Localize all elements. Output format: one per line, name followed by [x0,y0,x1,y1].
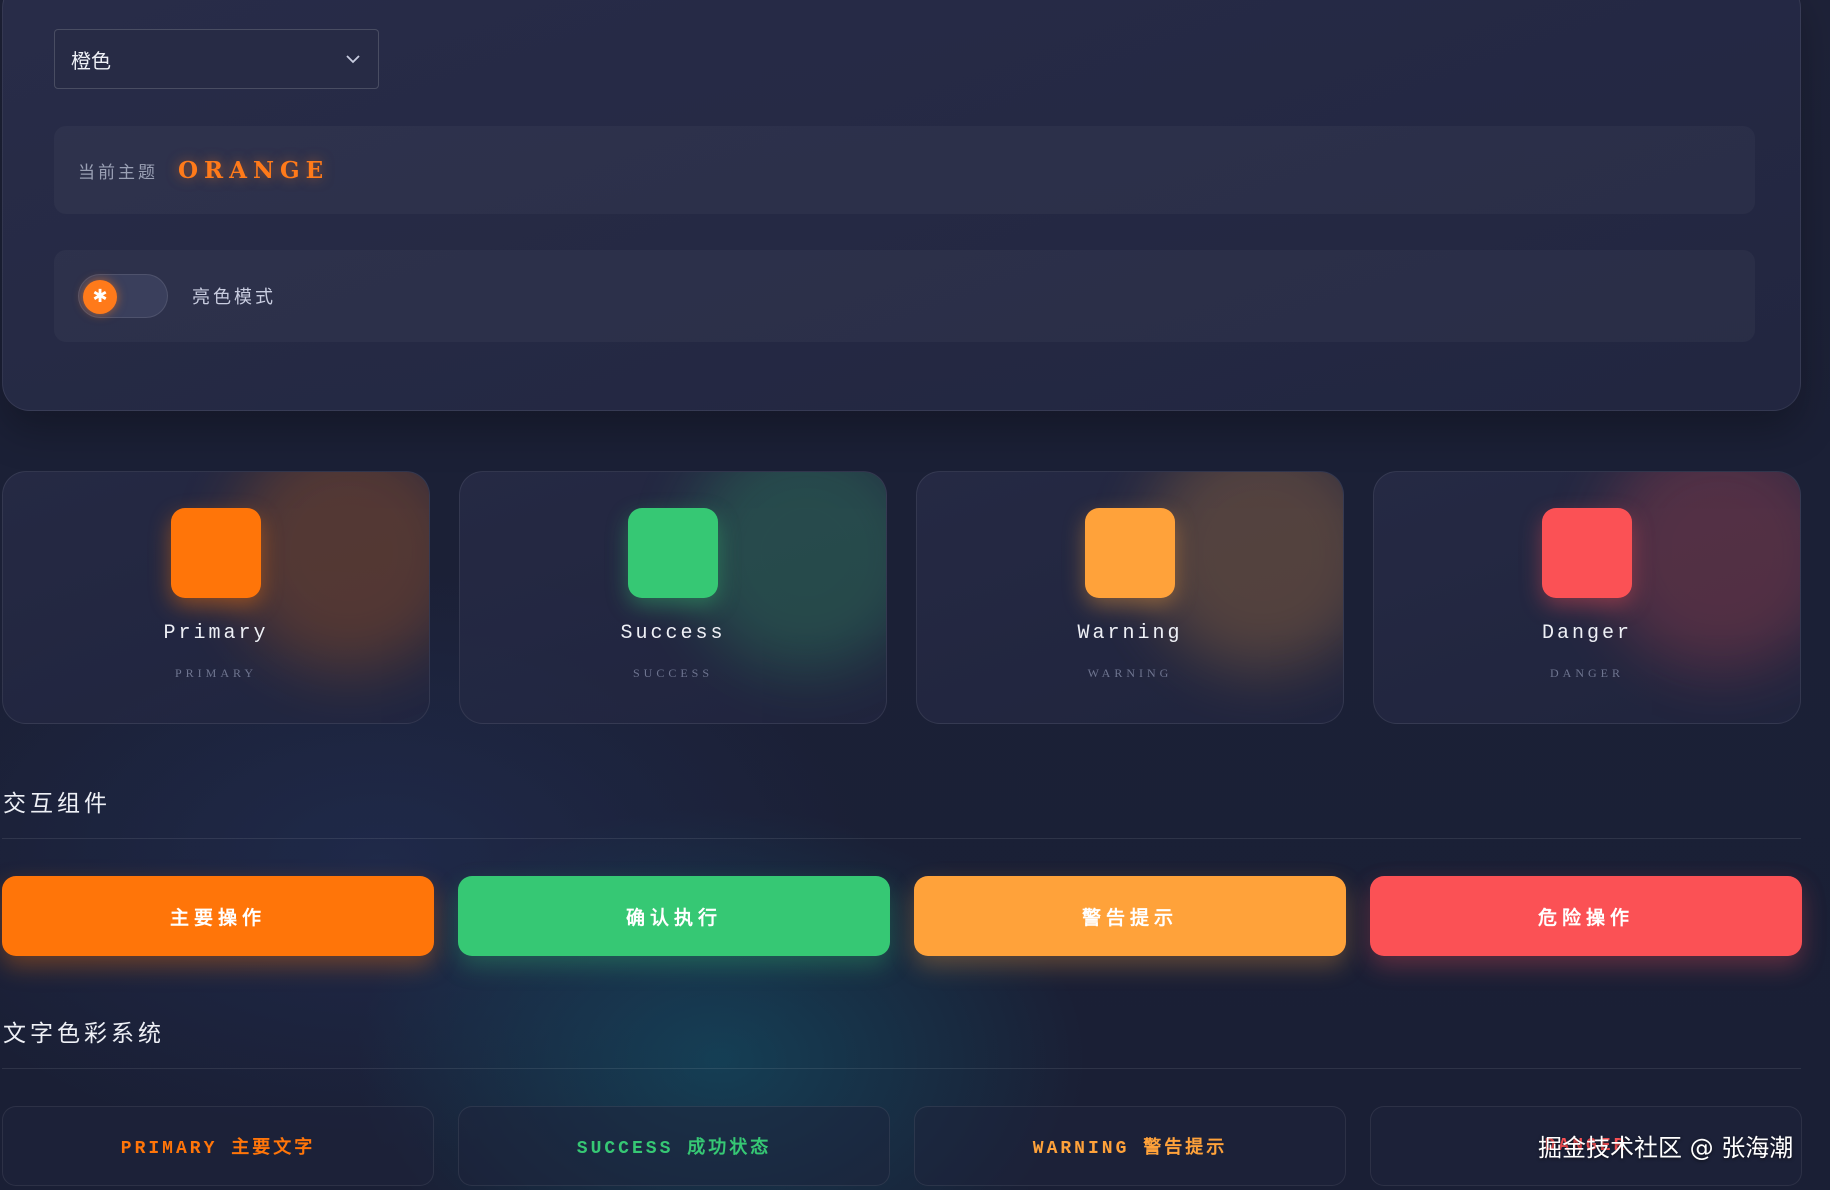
color-card-warning: Warning WARNING [916,471,1344,724]
card-sub: WARNING [1087,666,1173,680]
card-sub: DANGER [1550,666,1624,680]
text-sample-label: SUCCESS 成功状态 [576,1139,772,1159]
color-card-success: Success SUCCESS [459,471,887,724]
color-swatch-primary [171,508,261,598]
text-sample-warning: WARNING 警告提示 [914,1106,1346,1186]
card-name: Success [620,622,726,645]
sun-icon: ✱ [83,280,117,314]
text-sample-label: PRIMARY 主要文字 [120,1139,316,1159]
light-mode-label: 亮色模式 [192,287,276,308]
primary-action-button[interactable]: 主要操作 [2,876,434,956]
section-title-interactive: 交互组件 [3,791,111,817]
section-divider [2,838,1801,839]
color-swatch-danger [1542,508,1632,598]
theme-settings-panel: 橙色 当前主题 ORANGE ✱ 亮色模式 [2,0,1801,411]
card-name: Danger [1541,622,1632,645]
card-name: Primary [163,622,269,645]
warning-button[interactable]: 警告提示 [914,876,1346,956]
current-theme-bar: 当前主题 ORANGE [54,126,1755,214]
confirm-button[interactable]: 确认执行 [458,876,890,956]
danger-button[interactable]: 危险操作 [1370,876,1802,956]
card-sub: SUCCESS [632,666,714,680]
card-sub: PRIMARY [174,666,258,680]
watermark: 掘金技术社区 @ 张海潮 [1538,1134,1794,1162]
theme-select-value: 橙色 [71,48,111,73]
section-divider [2,1068,1801,1069]
card-name: Warning [1077,622,1183,645]
current-theme-value: ORANGE [178,156,330,184]
color-swatch-success [628,508,718,598]
current-theme-label: 当前主题 [78,162,158,183]
chevron-down-icon [346,55,360,64]
section-title-text-colors: 文字色彩系统 [3,1021,165,1047]
color-card-primary: Primary PRIMARY [2,471,430,724]
text-sample-primary: PRIMARY 主要文字 [2,1106,434,1186]
color-card-danger: Danger DANGER [1373,471,1801,724]
light-mode-toggle[interactable]: ✱ [78,274,168,318]
theme-select[interactable]: 橙色 [54,29,379,89]
text-sample-label: WARNING 警告提示 [1032,1139,1228,1159]
light-mode-bar: ✱ 亮色模式 [54,250,1755,342]
color-swatch-warning [1085,508,1175,598]
text-sample-success: SUCCESS 成功状态 [458,1106,890,1186]
